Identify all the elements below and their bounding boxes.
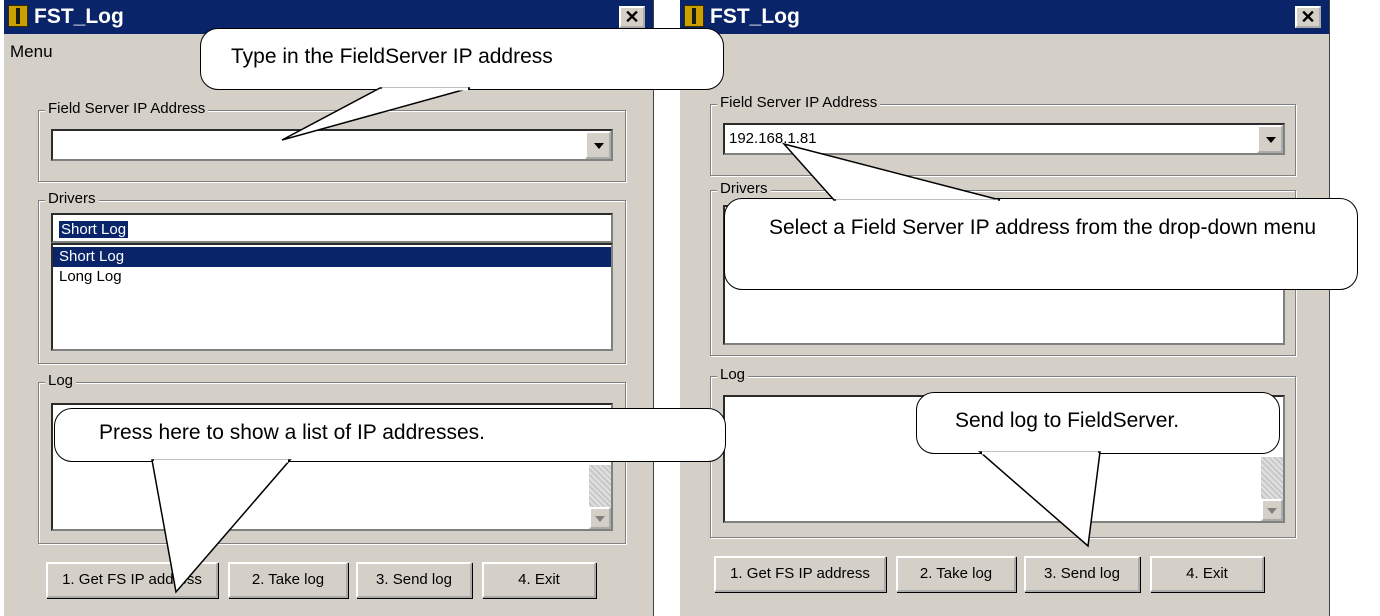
callout-pointer-send-log	[977, 451, 1101, 548]
